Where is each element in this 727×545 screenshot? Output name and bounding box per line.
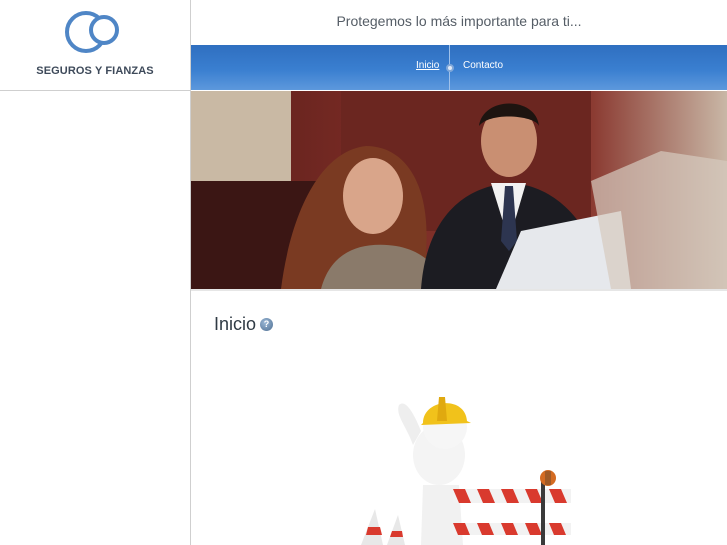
nav-bullet-icon	[446, 64, 454, 72]
brand-name: SEGUROS Y FIANZAS	[36, 65, 154, 77]
question-icon[interactable]: ?	[260, 318, 273, 331]
hero-photo	[191, 91, 727, 289]
under-construction-illustration	[361, 397, 571, 545]
logo-area[interactable]: SEGUROS Y FIANZAS	[0, 0, 190, 91]
tagline: Protegemos lo más importante para ti...	[336, 13, 582, 29]
nav-link-contacto[interactable]: Contacto	[463, 60, 503, 71]
divider	[191, 289, 727, 291]
logo-icon	[65, 11, 119, 53]
top-navbar: Inicio Contacto	[191, 45, 727, 90]
page-title: Inicio	[214, 314, 257, 334]
main-area: Protegemos lo más importante para ti... …	[191, 0, 727, 545]
sidebar: SEGUROS Y FIANZAS	[0, 0, 191, 545]
nav-link-inicio[interactable]: Inicio	[416, 60, 439, 71]
hero-image	[191, 91, 727, 289]
